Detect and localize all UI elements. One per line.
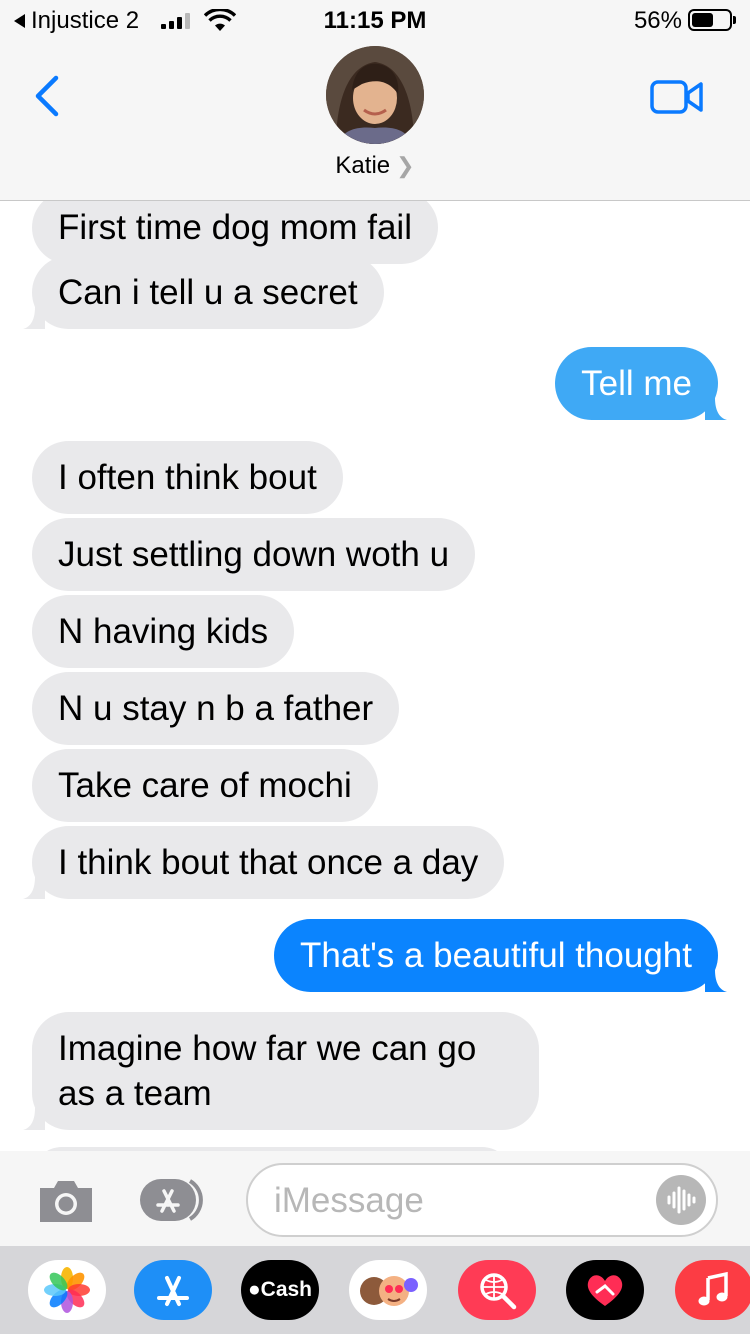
bubble-tail bbox=[705, 970, 727, 992]
bubble-tail bbox=[23, 877, 45, 899]
incoming-message[interactable]: Just settling down woth u bbox=[32, 518, 476, 591]
message-text: That's a beautiful thought bbox=[300, 936, 692, 975]
incoming-message[interactable]: N u stay n b a father bbox=[32, 672, 400, 745]
memoji-app-button[interactable] bbox=[349, 1260, 427, 1320]
music-app-button[interactable] bbox=[675, 1260, 750, 1320]
photos-icon bbox=[44, 1267, 90, 1313]
audio-message-button[interactable] bbox=[656, 1175, 706, 1225]
message-text: Can i tell u a secret bbox=[58, 273, 358, 312]
message-text: First time dog mom fail bbox=[58, 208, 412, 247]
incoming-message[interactable]: Imagine how far we can go as a team bbox=[23, 1012, 539, 1130]
message-text: Tell me bbox=[581, 364, 692, 403]
chevron-right-icon: ❯ bbox=[396, 153, 415, 178]
digital-touch-app-button[interactable] bbox=[566, 1260, 644, 1320]
message-text: I think bout that once a day bbox=[58, 843, 479, 882]
incoming-message[interactable]: N having kids bbox=[32, 595, 295, 668]
incoming-message[interactable]: I often think bout bbox=[32, 441, 343, 514]
camera-icon[interactable] bbox=[36, 1178, 96, 1224]
contact-name: Katie bbox=[335, 152, 391, 179]
chevron-left-icon[interactable] bbox=[30, 74, 64, 118]
bubble-tail bbox=[23, 307, 45, 329]
contact-avatar[interactable] bbox=[326, 46, 424, 144]
app-store-icon bbox=[157, 1276, 189, 1306]
conversation-header: Katie ❯ bbox=[0, 40, 750, 201]
compose-bar bbox=[0, 1151, 750, 1246]
apple-cash-app-button[interactable]: ●Cash bbox=[241, 1260, 319, 1320]
incoming-message[interactable]: Take care of mochi bbox=[32, 749, 378, 822]
outgoing-message[interactable]: Tell me bbox=[555, 347, 727, 420]
message-input-container bbox=[246, 1163, 718, 1237]
battery-icon bbox=[688, 9, 736, 31]
apple-cash-icon: ●Cash bbox=[247, 1278, 313, 1301]
message-list[interactable]: First time dog mom fail Can i tell u a s… bbox=[0, 201, 750, 1151]
status-bar: Injustice 2 11:15 PM 56% bbox=[0, 0, 750, 40]
outgoing-message[interactable]: That's a beautiful thought bbox=[274, 919, 727, 992]
facetime-video-icon[interactable] bbox=[650, 80, 704, 114]
message-text: Imagine how far we can go bbox=[58, 1029, 477, 1068]
search-images-app-button[interactable] bbox=[458, 1260, 536, 1320]
digital-touch-icon bbox=[587, 1275, 623, 1306]
message-text: N having kids bbox=[58, 612, 269, 651]
app-drawer: ●Cash bbox=[0, 1246, 750, 1334]
photos-app-button[interactable] bbox=[28, 1260, 106, 1320]
bubble-tail bbox=[705, 398, 727, 420]
message-input[interactable] bbox=[274, 1179, 644, 1223]
message-text: Just settling down woth u bbox=[58, 535, 450, 574]
bubble-tail bbox=[23, 1108, 45, 1130]
audio-waveform-icon bbox=[667, 1186, 696, 1214]
app-store-app-button[interactable] bbox=[134, 1260, 212, 1320]
contact-name-button[interactable]: Katie ❯ bbox=[0, 152, 750, 180]
music-icon bbox=[698, 1271, 728, 1306]
message-text: Take care of mochi bbox=[58, 766, 352, 805]
message-text: I often think bout bbox=[58, 458, 317, 497]
incoming-message[interactable]: I think bout that once a day bbox=[23, 826, 505, 899]
memoji-icon bbox=[360, 1276, 418, 1306]
incoming-message[interactable]: Can i tell u a secret bbox=[23, 256, 384, 329]
search-images-icon bbox=[480, 1273, 517, 1310]
incoming-message[interactable]: First time dog mom fail bbox=[32, 201, 438, 264]
battery-percent: 56% bbox=[633, 7, 682, 34]
message-text: as a team bbox=[58, 1074, 212, 1113]
app-store-icon[interactable] bbox=[138, 1177, 214, 1223]
message-text: N u stay n b a father bbox=[58, 689, 374, 728]
